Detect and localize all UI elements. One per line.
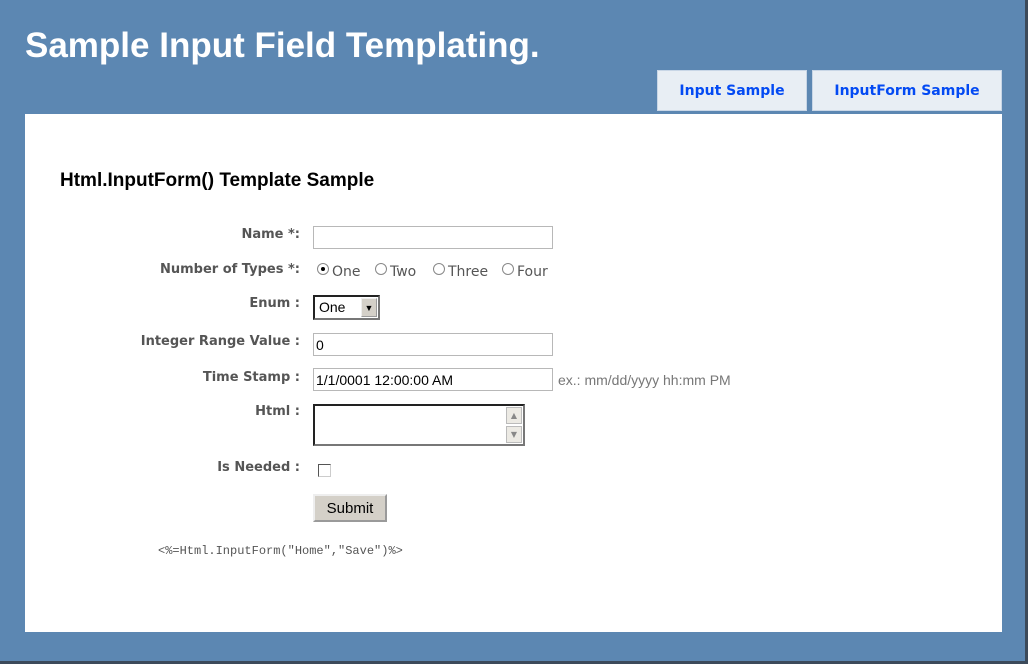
radio-label: Two xyxy=(390,264,417,280)
radio-label: One xyxy=(332,264,361,280)
scroll-down-icon[interactable]: ▼ xyxy=(506,426,522,443)
radio-icon xyxy=(375,263,387,275)
radio-icon-selected xyxy=(317,263,329,275)
integer-label: Integer Range Value : xyxy=(140,334,300,349)
radio-icon xyxy=(502,263,514,275)
scroll-up-icon[interactable]: ▲ xyxy=(506,407,522,424)
radio-label: Three xyxy=(448,264,489,280)
name-input[interactable] xyxy=(313,226,553,249)
radio-one[interactable]: One xyxy=(317,263,361,280)
radio-two[interactable]: Two xyxy=(375,263,417,280)
code-snippet: <%=Html.InputForm("Home","Save")%> xyxy=(158,544,403,558)
tab-input-sample[interactable]: Input Sample xyxy=(657,70,807,111)
integer-input[interactable] xyxy=(313,333,553,356)
page-title: Sample Input Field Templating. xyxy=(25,26,540,65)
submit-button[interactable]: Submit xyxy=(313,494,387,522)
types-label: Number of Types *: xyxy=(159,262,300,277)
timestamp-label: Time Stamp : xyxy=(202,370,300,385)
html-textarea[interactable]: ▲ ▼ xyxy=(313,404,525,446)
is-needed-checkbox[interactable] xyxy=(318,464,331,477)
radio-three[interactable]: Three xyxy=(433,263,489,280)
enum-label: Enum : xyxy=(249,296,300,311)
timestamp-hint: ex.: mm/dd/yyyy hh:mm PM xyxy=(558,372,731,388)
name-label: Name *: xyxy=(241,227,300,242)
radio-icon xyxy=(433,263,445,275)
timestamp-input[interactable] xyxy=(313,368,553,391)
needed-label: Is Needed : xyxy=(217,460,300,475)
radio-four[interactable]: Four xyxy=(502,263,548,280)
main-content: Html.InputForm() Template Sample Name *:… xyxy=(25,114,1002,632)
radio-label: Four xyxy=(517,264,548,280)
chevron-down-icon[interactable]: ▼ xyxy=(361,298,377,317)
enum-value: One xyxy=(319,299,346,315)
enum-select[interactable]: One ▼ xyxy=(313,295,380,320)
html-label: Html : xyxy=(255,404,300,419)
section-heading: Html.InputForm() Template Sample xyxy=(60,170,375,191)
tab-inputform-sample[interactable]: InputForm Sample xyxy=(812,70,1002,111)
